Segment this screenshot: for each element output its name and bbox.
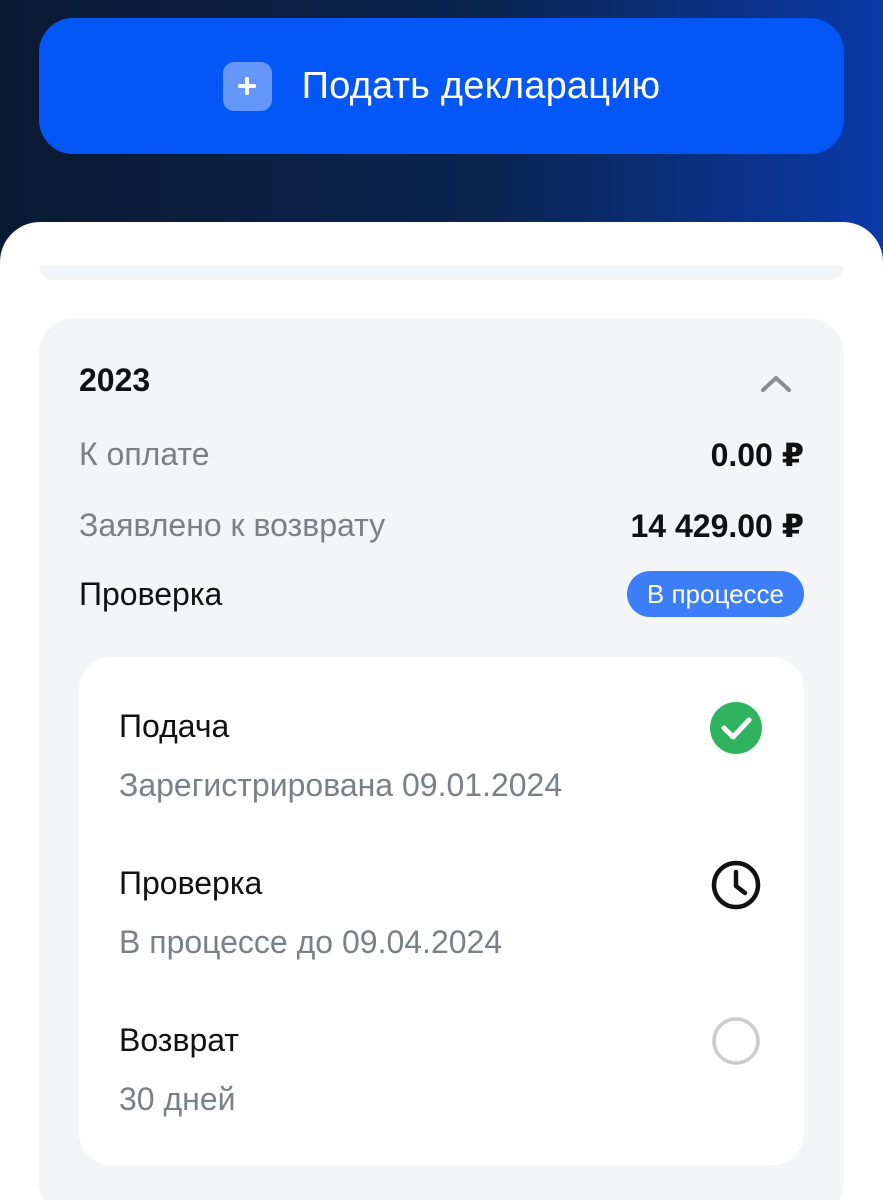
refund-claimed-label: Заявлено к возврату bbox=[79, 507, 386, 543]
to-pay-label: К оплате bbox=[79, 436, 210, 472]
chevron-up-icon[interactable] bbox=[759, 372, 793, 394]
empty-circle-icon bbox=[712, 1017, 760, 1065]
step-subtitle-submission: Зарегистрирована 09.01.2024 bbox=[119, 767, 563, 803]
plus-icon bbox=[222, 61, 272, 111]
declaration-year: 2023 bbox=[79, 362, 151, 398]
status-badge: В процессе bbox=[626, 571, 804, 617]
check-label: Проверка bbox=[79, 576, 223, 612]
step-title-check: Проверка bbox=[119, 865, 263, 901]
submit-declaration-label: Подать декларацию bbox=[301, 64, 661, 107]
step-subtitle-refund: 30 дней bbox=[119, 1081, 236, 1117]
steps-card: Подача Зарегистрирована 09.01.2024 Прове… bbox=[79, 657, 804, 1165]
clock-icon bbox=[711, 860, 761, 910]
to-pay-value: 0.00 ₽ bbox=[710, 437, 804, 473]
step-title-refund: Возврат bbox=[119, 1022, 239, 1058]
step-title-submission: Подача bbox=[119, 708, 230, 744]
submit-declaration-button[interactable]: Подать декларацию bbox=[39, 18, 844, 154]
check-circle-icon bbox=[710, 702, 762, 754]
refund-claimed-value: 14 429.00 ₽ bbox=[630, 508, 804, 544]
previous-card-edge bbox=[39, 266, 844, 280]
step-subtitle-check: В процессе до 09.04.2024 bbox=[119, 924, 503, 960]
declaration-card-2023[interactable]: 2023 К оплате 0.00 ₽ Заявлено к возврату… bbox=[39, 318, 844, 1200]
